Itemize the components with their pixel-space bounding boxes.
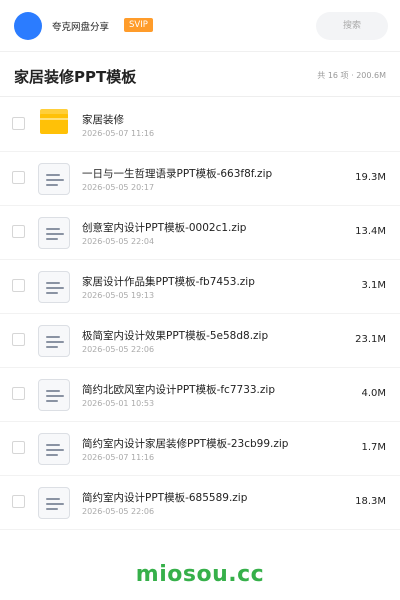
row-checkbox[interactable] (12, 495, 25, 508)
zip-file-icon (38, 325, 70, 357)
search-input[interactable] (316, 12, 388, 40)
zip-file-icon (38, 163, 70, 195)
file-name[interactable]: 简约室内设计PPT模板-685589.zip (82, 490, 247, 505)
svip-badge[interactable]: SVIP (124, 18, 153, 32)
file-size: 4.0M (361, 388, 386, 399)
list-item[interactable]: 简约室内设计PPT模板-685589.zip 2026-05-05 22:06 … (0, 476, 400, 530)
file-size: 18.3M (355, 496, 386, 507)
row-checkbox[interactable] (12, 225, 25, 238)
file-date: 2026-05-05 22:06 (82, 345, 155, 354)
row-checkbox[interactable] (12, 387, 25, 400)
zip-file-icon (38, 487, 70, 519)
file-name[interactable]: 一日与一生哲理语录PPT模板-663f8f.zip (82, 166, 272, 181)
file-name[interactable]: 简约北欧风室内设计PPT模板-fc7733.zip (82, 382, 275, 397)
folder-header: 家居装修PPT模板 共 16 项 · 200.6M (0, 53, 400, 97)
list-item[interactable]: 家居设计作品集PPT模板-fb7453.zip 2026-05-05 19:13… (0, 260, 400, 314)
file-size: 3.1M (361, 280, 386, 291)
row-checkbox[interactable] (12, 441, 25, 454)
share-title: 夸克网盘分享 (52, 22, 110, 33)
zip-file-icon (38, 271, 70, 303)
page-title: 家居装修PPT模板 (14, 68, 137, 86)
file-date: 2026-05-05 19:13 (82, 291, 155, 300)
zip-file-icon (38, 217, 70, 249)
file-size: 1.7M (361, 442, 386, 453)
file-name[interactable]: 简约室内设计家居装修PPT模板-23cb99.zip (82, 436, 288, 451)
file-date: 2026-05-05 22:06 (82, 507, 155, 516)
list-item[interactable]: 简约室内设计家居装修PPT模板-23cb99.zip 2026-05-07 11… (0, 422, 400, 476)
folder-icon (38, 109, 70, 141)
file-list: 家居装修 2026-05-07 11:16 一日与一生哲理语录PPT模板-663… (0, 98, 400, 530)
file-size: 13.4M (355, 226, 386, 237)
zip-file-icon (38, 433, 70, 465)
file-name[interactable]: 极简室内设计效果PPT模板-5e58d8.zip (82, 328, 268, 343)
row-checkbox[interactable] (12, 171, 25, 184)
zip-file-icon (38, 379, 70, 411)
file-date: 2026-05-07 11:16 (82, 129, 155, 138)
avatar[interactable] (14, 12, 42, 40)
file-date: 2026-05-01 10:53 (82, 399, 155, 408)
list-item[interactable]: 创意室内设计PPT模板-0002c1.zip 2026-05-05 22:04 … (0, 206, 400, 260)
folder-summary: 共 16 项 · 200.6M (317, 71, 386, 80)
file-size: 23.1M (355, 334, 386, 345)
file-name[interactable]: 家居装修 (82, 112, 124, 127)
file-date: 2026-05-05 22:04 (82, 237, 155, 246)
list-item[interactable]: 家居装修 2026-05-07 11:16 (0, 98, 400, 152)
row-checkbox[interactable] (12, 279, 25, 292)
list-item[interactable]: 简约北欧风室内设计PPT模板-fc7733.zip 2026-05-01 10:… (0, 368, 400, 422)
file-date: 2026-05-07 11:16 (82, 453, 155, 462)
file-name[interactable]: 家居设计作品集PPT模板-fb7453.zip (82, 274, 255, 289)
list-item[interactable]: 极简室内设计效果PPT模板-5e58d8.zip 2026-05-05 22:0… (0, 314, 400, 368)
list-item[interactable]: 一日与一生哲理语录PPT模板-663f8f.zip 2026-05-05 20:… (0, 152, 400, 206)
row-checkbox[interactable] (12, 117, 25, 130)
file-size: 19.3M (355, 172, 386, 183)
file-date: 2026-05-05 20:17 (82, 183, 155, 192)
watermark: miosou.cc (135, 562, 265, 587)
row-checkbox[interactable] (12, 333, 25, 346)
top-bar: 夸克网盘分享 SVIP (0, 0, 400, 52)
file-name[interactable]: 创意室内设计PPT模板-0002c1.zip (82, 220, 246, 235)
